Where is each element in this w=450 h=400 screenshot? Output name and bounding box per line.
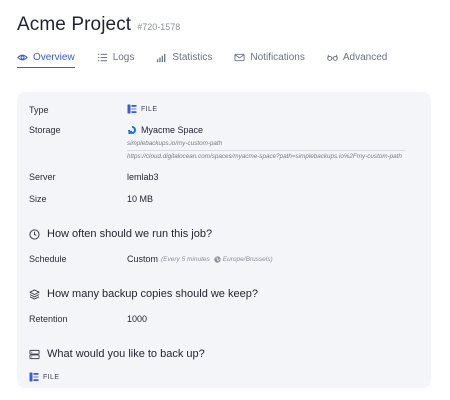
schedule-section-header: How often should we run this job? xyxy=(29,228,212,240)
schedule-detail: (Every 5 minutes Europe/Brussels) xyxy=(161,256,273,263)
retention-label: Retention xyxy=(29,314,68,324)
project-id: #720-1578 xyxy=(137,22,181,32)
backup-type-value: FILE xyxy=(29,372,59,382)
tab-advanced[interactable]: Advanced xyxy=(327,52,387,63)
tab-notifications[interactable]: Notifications xyxy=(234,52,305,63)
type-value: FILE xyxy=(127,104,157,114)
page-title: Acme Project xyxy=(17,14,132,35)
tab-overview[interactable]: Overview xyxy=(17,52,75,68)
schedule-label: Schedule xyxy=(29,254,67,264)
backup-type-text: FILE xyxy=(43,373,60,381)
schedule-section-title: How often should we run this job? xyxy=(47,228,213,240)
backup-section-title: What would you like to back up? xyxy=(47,348,205,360)
backup-section-header: What would you like to back up? xyxy=(29,348,205,360)
size-value: 10 MB xyxy=(127,194,154,204)
tab-advanced-label: Advanced xyxy=(342,52,388,63)
retention-value: 1000 xyxy=(127,314,148,324)
schedule-value: Custom (Every 5 minutes Europe/Brussels) xyxy=(127,254,273,264)
tab-logs[interactable]: Logs xyxy=(97,52,135,63)
tab-bar: Overview Logs Statistics Notifications A… xyxy=(17,52,409,68)
storage-label: Storage xyxy=(29,125,61,135)
glasses-icon xyxy=(327,52,338,63)
tab-overview-label: Overview xyxy=(33,52,75,63)
retention-section-header: How many backup copies should we keep? xyxy=(29,288,258,300)
file-icon xyxy=(127,104,137,114)
schedule-type: Custom xyxy=(127,254,159,264)
tab-logs-label: Logs xyxy=(112,52,135,63)
tab-notifications-label: Notifications xyxy=(250,52,305,63)
tab-statistics[interactable]: Statistics xyxy=(156,52,212,63)
clock-icon xyxy=(29,228,40,240)
schedule-interval: (Every 5 minutes xyxy=(161,255,210,263)
storage-url[interactable]: https://cloud.digitalocean.com/spaces/my… xyxy=(127,153,402,160)
layers-icon xyxy=(29,288,40,300)
retention-section-title: How many backup copies should we keep? xyxy=(47,288,258,300)
type-label: Type xyxy=(29,105,49,115)
eye-icon xyxy=(17,52,28,63)
server-value: lemlab3 xyxy=(127,172,159,182)
storage-path: simplebackups.io/my-custom-path xyxy=(127,140,223,147)
mail-icon xyxy=(234,52,245,63)
bar-chart-icon xyxy=(156,52,167,63)
overview-card: Type FILE Storage Myacme Space simplebac… xyxy=(17,92,431,388)
size-label: Size xyxy=(29,194,47,204)
file-icon xyxy=(29,372,39,382)
storage-name: Myacme Space xyxy=(141,125,204,135)
globe-icon xyxy=(214,255,221,263)
server-icon xyxy=(29,349,40,360)
type-text: FILE xyxy=(141,105,158,113)
storage-value: Myacme Space xyxy=(127,125,203,135)
page-header: Acme Project #720-1578 xyxy=(17,14,180,36)
server-label: Server xyxy=(29,172,56,182)
tab-statistics-label: Statistics xyxy=(172,52,213,63)
schedule-timezone: Europe/Brussels) xyxy=(222,255,273,263)
list-icon xyxy=(97,52,108,63)
digitalocean-logo-icon xyxy=(127,125,137,135)
storage-divider xyxy=(127,150,405,151)
